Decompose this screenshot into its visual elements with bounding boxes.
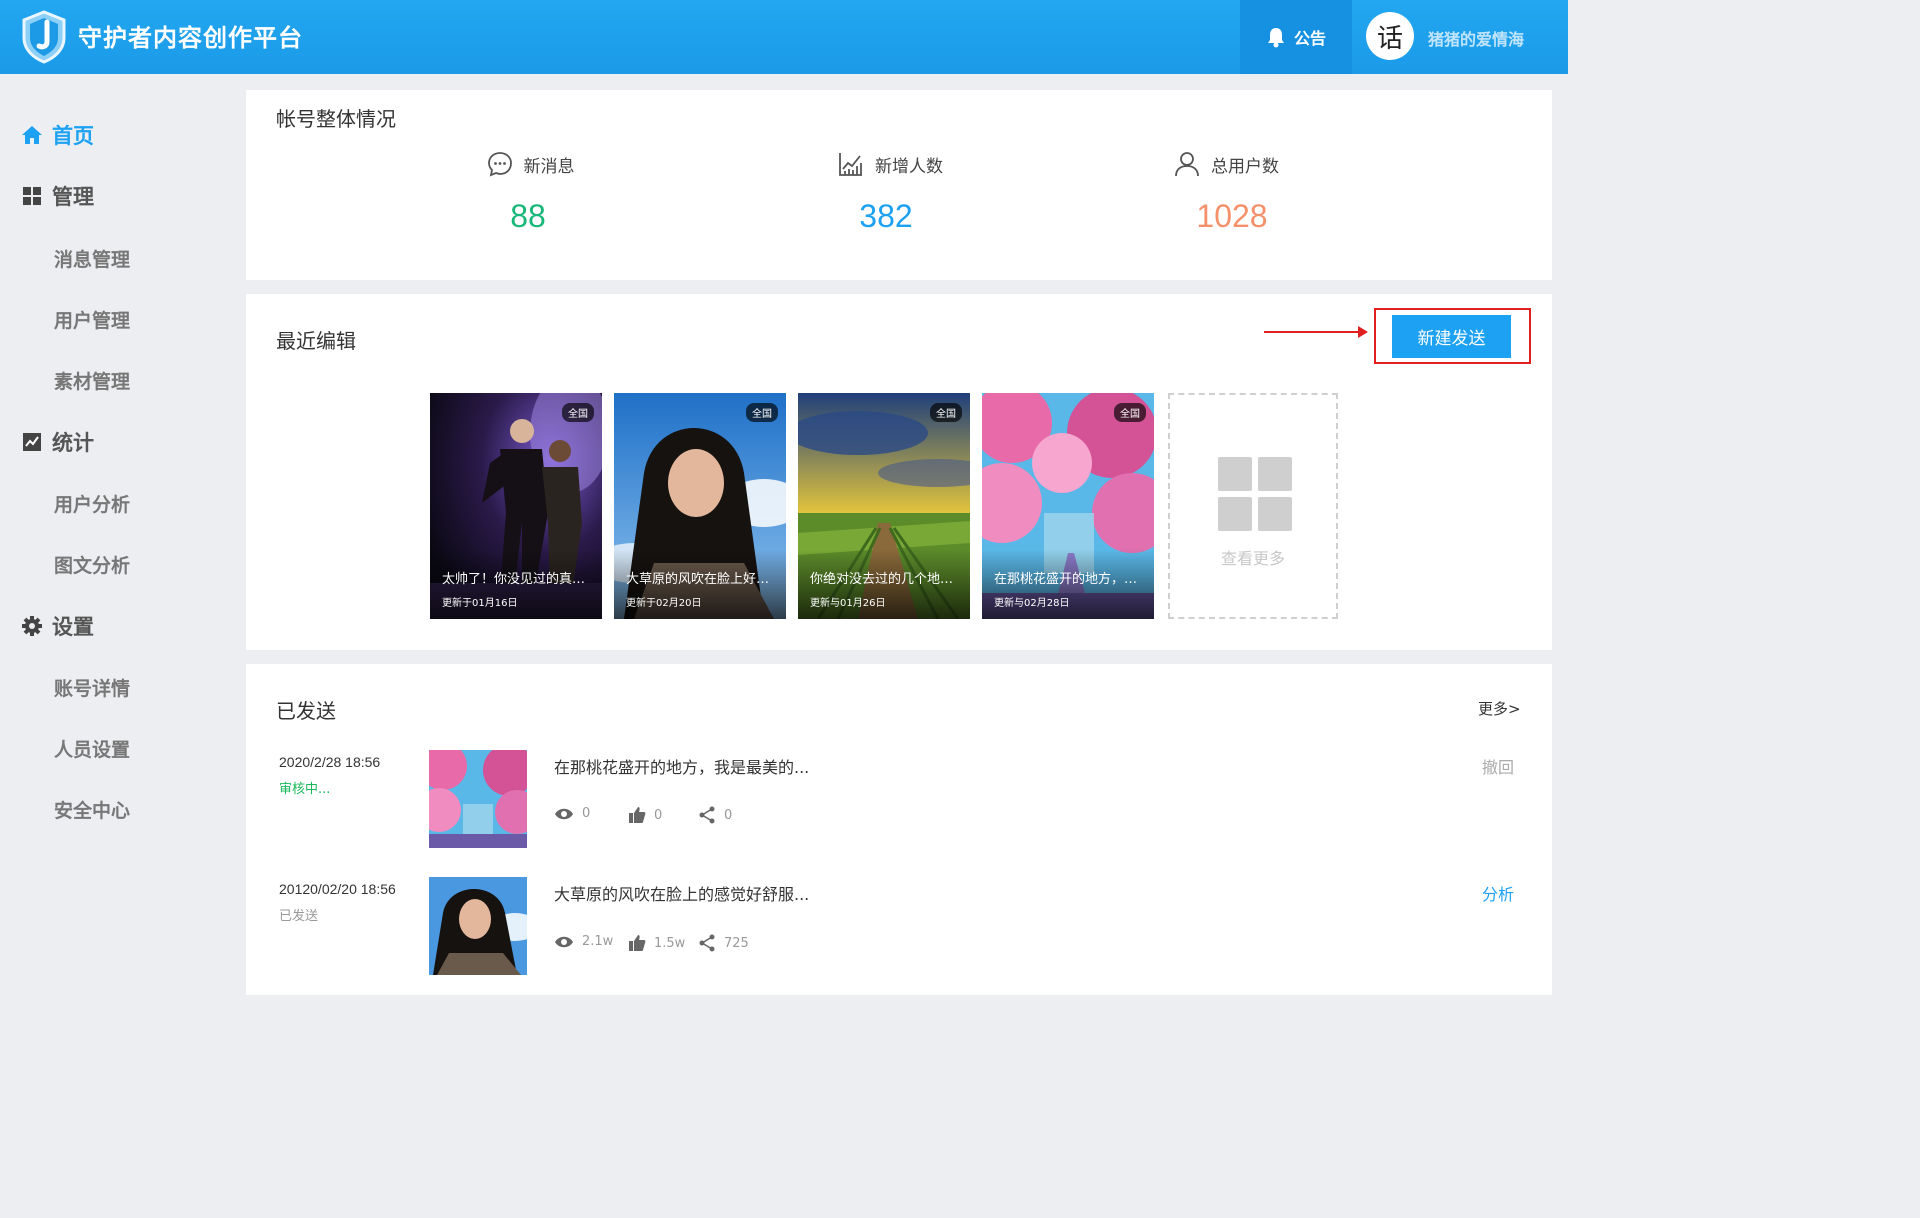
recent-card[interactable]: 全国 大草原的风吹在脸上好舒... 更新于02月20日: [614, 393, 786, 619]
avatar-char: 话: [1376, 23, 1403, 54]
recent-title: 最近编辑: [276, 329, 356, 353]
shares-count: 725: [724, 935, 749, 951]
sidebar-item-account-details[interactable]: 账号详情: [0, 667, 232, 707]
growth-chart-icon: [839, 153, 862, 176]
message-icon: [487, 152, 512, 177]
notice-label: 公告: [1293, 29, 1326, 48]
sidebar-item-manage[interactable]: 管理: [0, 176, 232, 216]
view-more-label: 查看更多: [1220, 549, 1285, 568]
likes-count: 1.5w: [654, 935, 686, 951]
recent-card[interactable]: 全国 在那桃花盛开的地方，我... 更新与02月28日: [982, 393, 1154, 619]
analyze-button[interactable]: 分析: [1482, 881, 1514, 905]
thumb-woman-sky: [429, 877, 527, 975]
username[interactable]: 猪猪的爱情海: [1428, 26, 1524, 50]
stat-value-total-users: 1028: [1196, 198, 1268, 234]
card-badge: 全国: [562, 403, 594, 422]
thumb-cherry-blossoms: [429, 750, 527, 848]
card-badge: 全国: [1114, 403, 1146, 422]
stat-value-new-messages: 88: [510, 198, 546, 234]
stat-new-users: 新增人数: [770, 144, 1010, 184]
red-arrow-annotation: [1264, 326, 1368, 338]
shield-logo-icon: [22, 10, 66, 64]
views-metric: 2.1w: [554, 934, 613, 949]
new-send-button[interactable]: 新建发送: [1392, 315, 1511, 358]
sidebar-item-stats[interactable]: 统计: [0, 422, 232, 462]
stat-label: 总用户数: [1211, 156, 1279, 177]
card-title: 太帅了！你没见过的真舞...: [442, 572, 592, 587]
thumbs-up-icon: [629, 935, 646, 951]
card-title: 在那桃花盛开的地方，我...: [994, 572, 1144, 587]
sent-item-title[interactable]: 在那桃花盛开的地方，我是最美的...: [554, 754, 809, 778]
view-more-card[interactable]: 查看更多: [1168, 393, 1338, 619]
sidebar-item-user-manage[interactable]: 用户管理: [0, 299, 232, 339]
sidebar-item-label: 首页: [52, 123, 94, 148]
views-count: 0: [582, 806, 591, 821]
overview-panel: [246, 90, 1552, 280]
thumbs-up-icon: [629, 807, 646, 823]
card-date: 更新于01月16日: [442, 598, 518, 609]
stat-label: 新消息: [523, 156, 575, 177]
overview-title: 帐号整体情况: [276, 107, 396, 131]
likes-metric: 1.5w: [628, 934, 685, 952]
sidebar-item-settings[interactable]: 设置: [0, 606, 232, 646]
sidebar-item-material-manage[interactable]: 素材管理: [0, 360, 232, 400]
stat-label: 新增人数: [875, 156, 943, 177]
card-badge: 全国: [746, 403, 778, 422]
shares-metric: 0: [698, 806, 732, 824]
eye-icon: [555, 808, 573, 819]
more-link[interactable]: 更多>: [1478, 698, 1521, 719]
top-bar: 守护者内容创作平台 公告 话 猪猪的爱情海: [0, 0, 1568, 74]
sidebar-item-label: 管理: [52, 184, 94, 209]
chart-icon: [20, 430, 44, 454]
user-icon: [1175, 152, 1199, 177]
card-title: 你绝对没去过的几个地方...: [810, 572, 960, 587]
sent-thumbnail[interactable]: [429, 750, 527, 848]
stat-value-new-users: 382: [859, 198, 913, 234]
sidebar-item-label: 设置: [52, 614, 94, 639]
card-date: 更新与02月28日: [994, 598, 1070, 609]
gear-icon: [20, 614, 44, 638]
sidebar-item-article-analysis[interactable]: 图文分析: [0, 544, 232, 584]
bell-icon: [1267, 28, 1284, 48]
stat-new-messages: 新消息: [410, 144, 650, 184]
eye-icon: [555, 936, 573, 947]
sent-thumbnail[interactable]: [429, 877, 527, 975]
sent-title: 已发送: [276, 699, 336, 723]
share-icon: [699, 806, 715, 824]
sent-date: 2020/2/28 18:56: [279, 754, 381, 770]
recent-card[interactable]: 全国 太帅了！你没见过的真舞... 更新于01月16日: [430, 393, 602, 619]
views-metric: 0: [554, 806, 590, 821]
sidebar-item-label: 统计: [52, 430, 94, 455]
sent-status: 审核中...: [279, 782, 331, 797]
recall-button[interactable]: 撤回: [1482, 754, 1514, 778]
sent-date: 20120/02/20 18:56: [279, 881, 396, 897]
likes-count: 0: [654, 807, 663, 823]
card-badge: 全国: [930, 403, 962, 422]
shares-count: 0: [724, 807, 733, 823]
sidebar-item-security-center[interactable]: 安全中心: [0, 789, 232, 829]
home-icon: [20, 123, 44, 147]
sent-status: 已发送: [279, 909, 319, 924]
stat-total-users: 总用户数: [1106, 144, 1346, 184]
grid-icon: [20, 184, 44, 208]
sidebar-item-user-analysis[interactable]: 用户分析: [0, 483, 232, 523]
grid-icon: [1218, 457, 1292, 531]
app-title: 守护者内容创作平台: [78, 24, 303, 52]
share-icon: [699, 934, 715, 952]
sent-item-title[interactable]: 大草原的风吹在脸上的感觉好舒服...: [554, 881, 809, 905]
sidebar-item-home[interactable]: 首页: [0, 115, 232, 155]
sidebar-item-staff-settings[interactable]: 人员设置: [0, 728, 232, 768]
user-avatar[interactable]: 话: [1366, 12, 1414, 60]
recent-card[interactable]: 全国 你绝对没去过的几个地方... 更新与01月26日: [798, 393, 970, 619]
card-date: 更新于02月20日: [626, 598, 702, 609]
likes-metric: 0: [628, 806, 662, 824]
shares-metric: 725: [698, 934, 749, 952]
sidebar-item-message-manage[interactable]: 消息管理: [0, 238, 232, 278]
views-count: 2.1w: [582, 934, 614, 949]
card-date: 更新与01月26日: [810, 598, 886, 609]
notice-button[interactable]: 公告: [1240, 0, 1352, 74]
card-title: 大草原的风吹在脸上好舒...: [626, 572, 776, 587]
